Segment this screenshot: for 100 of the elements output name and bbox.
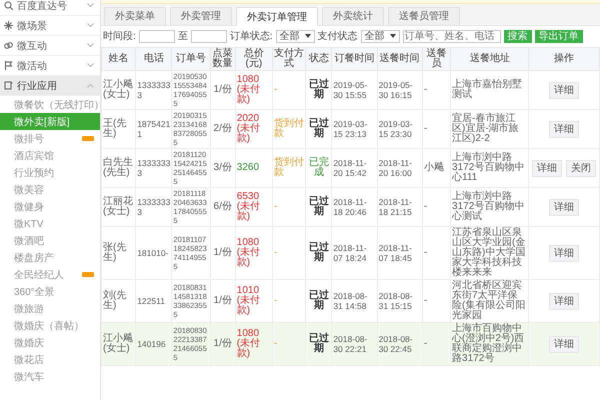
column-header: 送餐时间	[377, 48, 422, 70]
table-cell: 2018-11-18 20:46	[332, 188, 378, 226]
chevron-down-icon	[87, 63, 94, 68]
dropdown[interactable]: 全部	[360, 30, 400, 42]
column-header: 总价(元)	[235, 48, 272, 70]
sidebar-subitem[interactable]: 微旅游	[0, 300, 100, 317]
table-cell: 6530 (未付款)	[235, 188, 272, 226]
table-cell: -	[272, 226, 306, 280]
table-cell: 2018-11-20 15:42	[332, 148, 378, 188]
tab[interactable]: 外卖管理	[170, 7, 232, 25]
chevron-down-icon	[87, 23, 94, 28]
table-cell: 1080 (未付款)	[235, 70, 272, 110]
caret-icon	[304, 34, 311, 38]
table-cell: 江小飚(女士)	[102, 70, 136, 110]
sidebar-label: 楼盘房产	[14, 252, 55, 264]
detail-button[interactable]: 详细	[549, 336, 580, 352]
column-header: 操作	[528, 48, 600, 70]
chevron-down-icon	[87, 43, 94, 48]
table-cell: 3260	[235, 148, 272, 188]
sidebar-item[interactable]: 微互动	[0, 36, 100, 56]
table-cell: 1080 (未付款)	[235, 226, 272, 280]
table-cell: 白先生(先生)	[102, 148, 136, 188]
sidebar-subitem[interactable]: 微KTV	[0, 215, 100, 232]
search-icon	[4, 1, 13, 10]
search-field[interactable]: 订单号、姓名、电话	[402, 30, 501, 42]
table-cell: 1/份	[210, 226, 236, 280]
detail-button[interactable]: 关闭	[566, 160, 596, 176]
flag-icon	[4, 61, 13, 70]
column-header: 订单号	[172, 48, 210, 70]
toolbar-button[interactable]: 导出订单	[534, 30, 583, 42]
sidebar-subitem[interactable]: 微婚庆	[0, 334, 100, 351]
dropdown[interactable]: 全部	[276, 30, 315, 42]
table-cell: 已过期	[306, 322, 332, 366]
date-field[interactable]	[190, 30, 227, 42]
table-cell: 1/份	[210, 322, 236, 366]
sidebar-subitem[interactable]: 微汽车	[0, 368, 100, 385]
tab[interactable]: 送餐员管理	[388, 7, 460, 25]
field-label: 至	[178, 30, 188, 43]
table-cell: 1/份	[210, 70, 236, 110]
sidebar-subitem[interactable]: 微婚庆（喜帖）	[0, 317, 100, 334]
sidebar-label: 百度直达号	[17, 0, 68, 12]
sidebar-subitem[interactable]: 微排号	[0, 130, 100, 147]
table-cell: 王(先生)	[102, 110, 136, 148]
sidebar-label: 微婚庆（喜帖）	[14, 320, 85, 332]
sidebar-subitem[interactable]: 全民经纪人	[0, 266, 100, 283]
sidebar-item[interactable]: 微场景	[0, 16, 100, 36]
table-cell: 2/份	[210, 110, 236, 148]
sidebar-item[interactable]: 百度直达号	[0, 0, 100, 16]
date-field[interactable]	[138, 30, 175, 42]
sidebar-label: 行业预约	[14, 166, 55, 180]
detail-button[interactable]: 详细	[549, 292, 580, 310]
table-cell: 2018-08-30 22:21	[332, 322, 378, 366]
detail-button[interactable]: 详细	[549, 120, 580, 138]
sidebar-subitem[interactable]: 楼盘房产	[0, 249, 100, 266]
tab[interactable]: 外卖菜单	[104, 7, 166, 25]
sidebar-subitem[interactable]: 酒店宾馆	[0, 147, 100, 164]
sidebar-subitem[interactable]: 微花店	[0, 351, 100, 368]
table-cell: 货到付款	[272, 110, 306, 148]
toolbar-button[interactable]: 搜索	[504, 30, 532, 42]
sidebar-subitem[interactable]: 微美容	[0, 181, 100, 198]
sidebar-subitem[interactable]: 360°全景	[0, 283, 100, 300]
tab[interactable]: 外卖订单管理	[236, 7, 318, 26]
column-header: 订餐时间	[332, 48, 378, 70]
sidebar-subitem[interactable]: 微外卖[新版]	[0, 113, 100, 130]
sidebar-label: 微健身	[14, 200, 45, 214]
table-cell: 140196	[136, 322, 172, 366]
table-cell: 上海市百购物中心(澄浏中2号)西联商定购澄浏中路3172号	[450, 322, 529, 366]
table-cell: -	[422, 322, 451, 366]
table-cell: 13333333	[136, 148, 172, 188]
sidebar-label: 酒店宾馆	[14, 150, 55, 162]
sidebar-subitem[interactable]: 微餐饮（无线打印）	[0, 96, 100, 113]
column-header: 点菜数量	[210, 48, 236, 70]
sidebar-item[interactable]: 行业应用	[0, 76, 100, 96]
chevron-down-icon	[87, 3, 94, 8]
sidebar-label: 微美容	[14, 184, 45, 196]
detail-button[interactable]: 详细	[532, 160, 562, 176]
sidebar-subitem[interactable]: 微酒吧	[0, 232, 100, 249]
table-cell: 已过期	[306, 70, 332, 110]
table-cell: 2019-05-30 16:15	[377, 70, 422, 110]
sidebar-label: 微互动	[17, 40, 48, 52]
table-cell: 3/份	[210, 148, 236, 188]
detail-button[interactable]: 详细	[549, 198, 580, 216]
field-label: 支付状态	[318, 30, 358, 43]
table-cell: 已过期	[306, 110, 332, 148]
detail-button[interactable]: 详细	[549, 82, 580, 98]
table-cell: 181010-	[136, 226, 172, 280]
sidebar-label: 微餐饮（无线打印）	[14, 98, 100, 112]
detail-button[interactable]: 详细	[549, 244, 580, 262]
table-cell: 6/份	[210, 188, 236, 226]
table-cell: 1080 (未付款)	[235, 322, 272, 366]
sidebar-label: 微外卖[新版]	[14, 116, 71, 128]
sidebar-subitem[interactable]: 微健身	[0, 198, 100, 215]
sidebar-label: 微活动	[17, 60, 48, 72]
table-cell: 已过期	[306, 226, 332, 280]
table-cell: 上海市浏中路3172号百购物中心111	[450, 148, 529, 188]
table-cell: -	[272, 322, 306, 366]
sidebar-subitem[interactable]: 行业预约	[0, 164, 100, 181]
table-cell: 江苏省泉山区泉山区大学业园(金山东路)中大学国家大学科技科技楼来来来	[450, 226, 529, 280]
tab[interactable]: 外卖统计	[322, 7, 384, 25]
table-cell: 13333333	[136, 188, 172, 226]
